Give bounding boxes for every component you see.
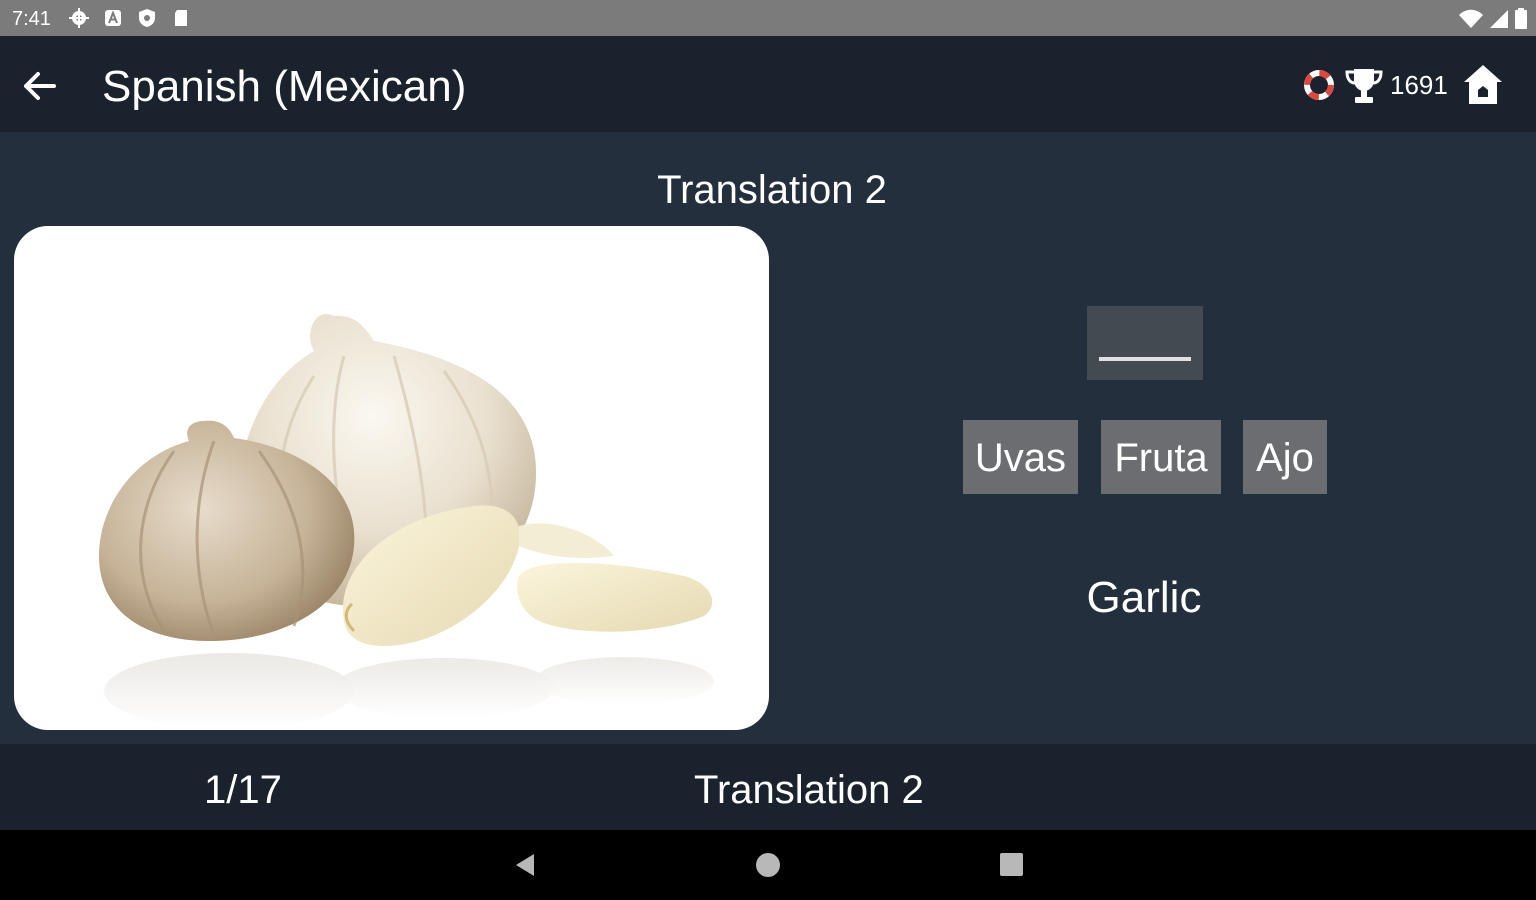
trophy-icon[interactable] bbox=[1343, 66, 1385, 106]
nav-home-icon[interactable] bbox=[756, 853, 780, 877]
status-time: 7:41 bbox=[12, 8, 51, 30]
exercise-title-text: Translation 2 bbox=[657, 168, 887, 212]
choice-ajo-button[interactable]: Ajo bbox=[1243, 420, 1327, 494]
status-icons-right bbox=[1458, 8, 1528, 30]
signal-icon bbox=[1490, 10, 1508, 28]
shield-icon bbox=[139, 9, 155, 27]
app-bar: Spanish (Mexican) 1691 bbox=[0, 36, 1536, 132]
settings-icon bbox=[69, 8, 89, 28]
system-nav-bar bbox=[0, 830, 1536, 900]
garlic-image bbox=[99, 314, 714, 729]
score-value: 1691 bbox=[1390, 70, 1448, 100]
back-arrow-icon[interactable] bbox=[18, 64, 62, 108]
garlic-photo bbox=[14, 226, 769, 730]
ring-icon[interactable] bbox=[1303, 69, 1335, 101]
battery-icon bbox=[1515, 8, 1527, 29]
progress-counter: 1/17 bbox=[204, 768, 282, 812]
a-icon bbox=[105, 10, 121, 26]
home-icon[interactable] bbox=[1462, 62, 1504, 108]
nav-back-icon[interactable] bbox=[512, 852, 538, 878]
wifi-icon bbox=[1459, 9, 1483, 28]
target-word: Garlic bbox=[1086, 573, 1202, 622]
bottom-info-bar: 1/17 Translation 2 bbox=[0, 744, 1536, 830]
exercise-title: Translation 2 bbox=[0, 168, 1536, 213]
app-title: Spanish (Mexican) bbox=[102, 62, 467, 111]
footer-title: Translation 2 bbox=[694, 768, 924, 812]
choice-uvas-button[interactable]: Uvas bbox=[963, 420, 1078, 494]
sdcard-icon bbox=[175, 10, 187, 26]
choice-fruta-button[interactable]: Fruta bbox=[1101, 420, 1221, 494]
nav-recents-icon[interactable] bbox=[1000, 853, 1023, 876]
status-icons-left bbox=[68, 7, 192, 29]
status-bar: 7:41 bbox=[0, 0, 1536, 36]
answer-slot[interactable] bbox=[1087, 306, 1203, 380]
